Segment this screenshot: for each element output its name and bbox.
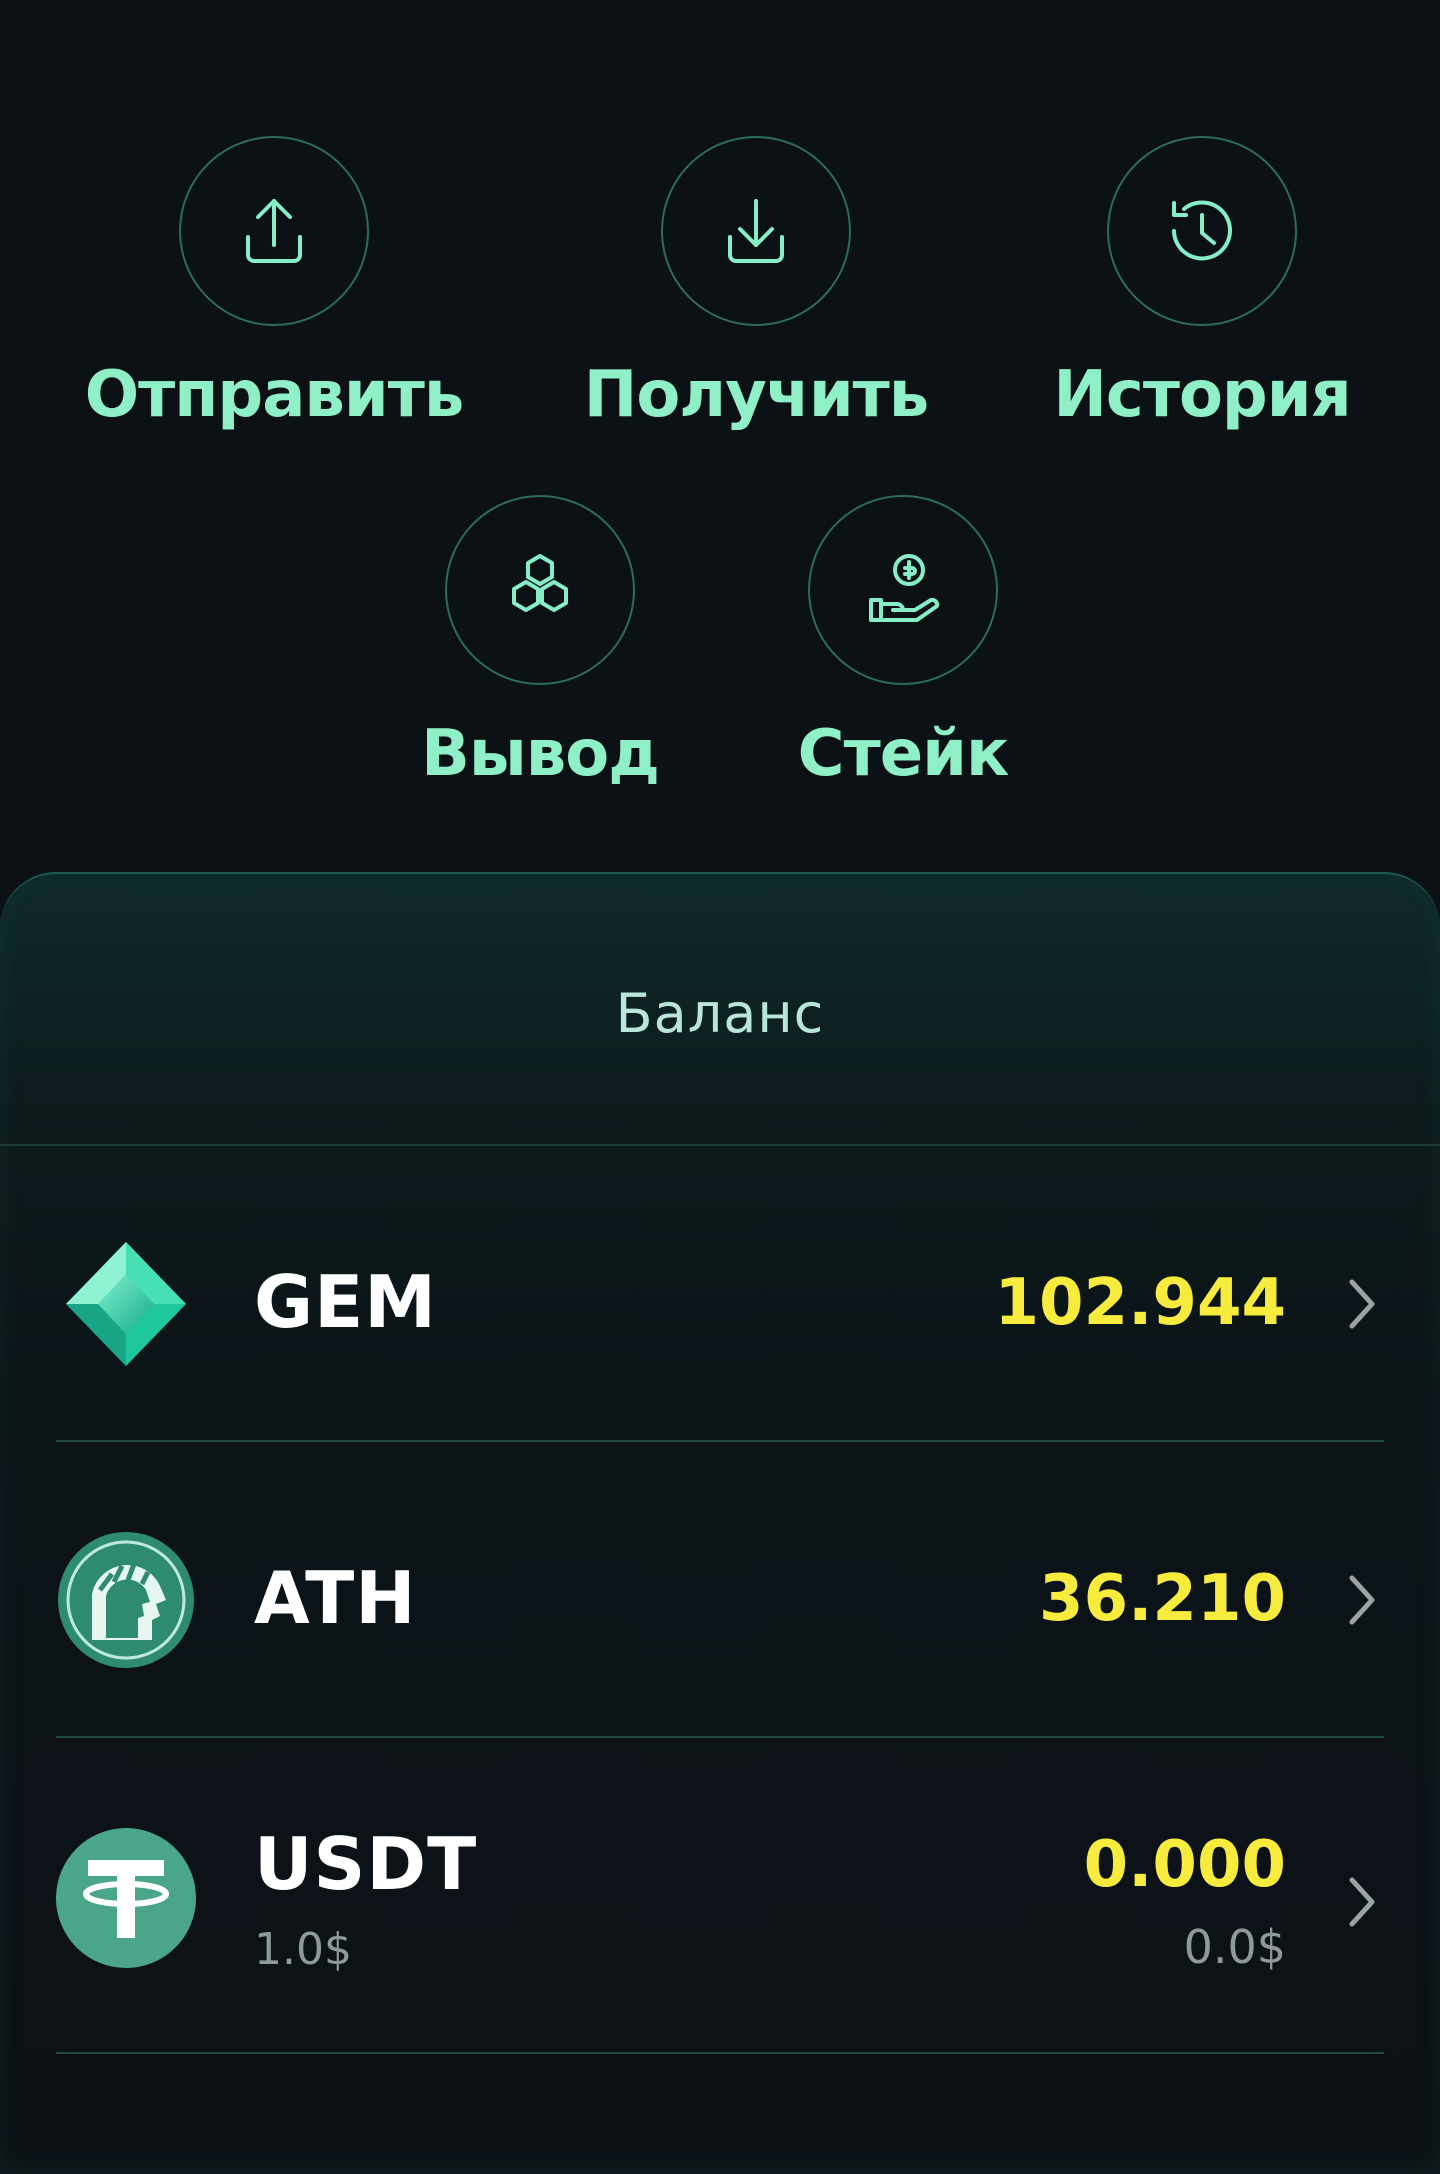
asset-symbol: ATH: [254, 1556, 417, 1640]
upload-icon: [246, 199, 302, 263]
asset-row-ath[interactable]: ATH 36.210: [0, 1460, 1440, 1756]
send-button[interactable]: Отправить: [85, 136, 464, 432]
chevron-right-icon: [1342, 1274, 1382, 1334]
hexagons-icon: [512, 554, 568, 612]
asset-amount: 0.000: [1083, 1828, 1286, 1902]
stake-circle[interactable]: [808, 495, 998, 685]
row-divider: [56, 2052, 1384, 2054]
gem-diamond-icon: [56, 1234, 196, 1374]
asset-symbol: GEM: [254, 1260, 437, 1344]
withdraw-label: Вывод: [421, 717, 660, 791]
chevron-right-icon: [1342, 1872, 1382, 1932]
row-divider: [56, 1440, 1384, 1442]
send-circle[interactable]: [179, 136, 369, 326]
history-label: История: [1053, 358, 1351, 432]
history-button[interactable]: История: [1053, 136, 1352, 432]
withdraw-circle[interactable]: [445, 495, 635, 685]
tether-icon: [56, 1828, 196, 1968]
ath-helmet-icon: [56, 1530, 196, 1670]
history-icon: [1172, 200, 1232, 261]
withdraw-button[interactable]: Вывод: [421, 495, 660, 791]
asset-price: 1.0$: [254, 1924, 352, 1975]
asset-amount: 36.210: [1039, 1562, 1286, 1636]
asset-value: 0.0$: [1183, 1920, 1286, 1974]
asset-row-usdt[interactable]: USDT 1.0$ 0.000 0.0$: [0, 1756, 1440, 2052]
receive-button[interactable]: Получить: [584, 136, 929, 432]
send-label: Отправить: [84, 358, 465, 432]
asset-amount: 102.944: [994, 1266, 1287, 1340]
stake-label: Стейк: [797, 717, 1010, 791]
balance-header-divider: [0, 1144, 1440, 1146]
download-icon: [728, 199, 784, 263]
chevron-right-icon: [1342, 1570, 1382, 1630]
asset-symbol: USDT: [254, 1822, 478, 1906]
stake-hand-icon: [869, 554, 940, 622]
receive-label: Получить: [583, 358, 929, 432]
row-divider: [56, 1736, 1384, 1738]
asset-row-gem[interactable]: GEM 102.944: [0, 1164, 1440, 1460]
balance-panel: Баланс GEM 102.944 ATH 36.210 USDT 1.0$ …: [0, 872, 1440, 2174]
history-circle[interactable]: [1107, 136, 1297, 326]
stake-button[interactable]: Стейк: [798, 495, 1009, 791]
receive-circle[interactable]: [661, 136, 851, 326]
balance-title: Баланс: [615, 982, 825, 1045]
